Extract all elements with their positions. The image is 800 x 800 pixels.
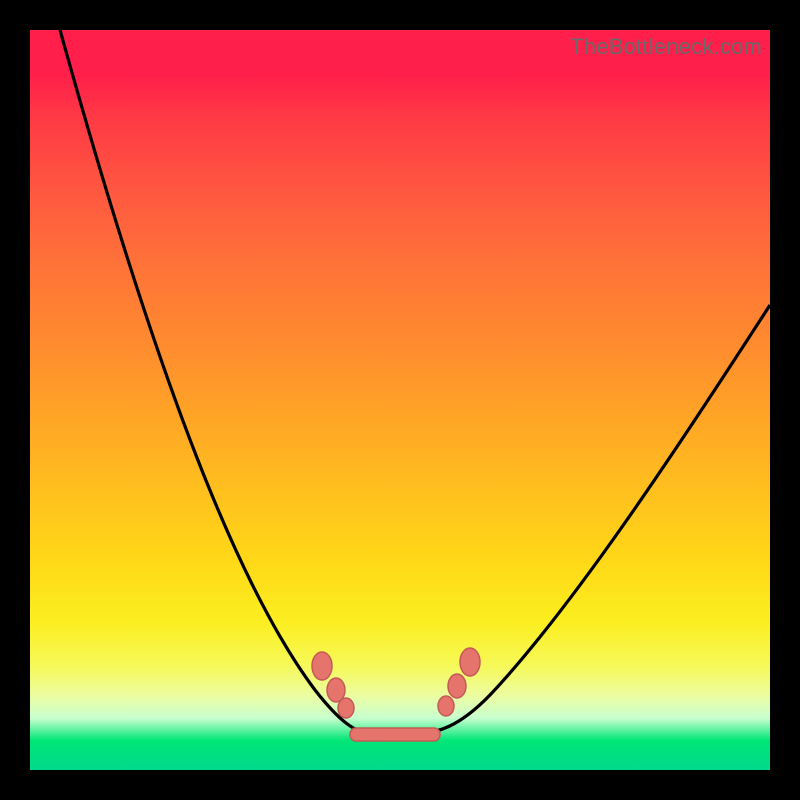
right-marker-3 [438, 696, 454, 716]
curve-overlay [30, 30, 770, 770]
left-marker-3 [338, 698, 354, 718]
plot-area: TheBottleneck.com [30, 30, 770, 770]
right-marker-2 [448, 674, 466, 698]
right-marker-1 [460, 648, 480, 676]
left-branch-curve [60, 30, 370, 733]
left-marker-1 [312, 652, 332, 680]
valley-bottom-bar [350, 728, 440, 741]
chart-frame: TheBottleneck.com [0, 0, 800, 800]
